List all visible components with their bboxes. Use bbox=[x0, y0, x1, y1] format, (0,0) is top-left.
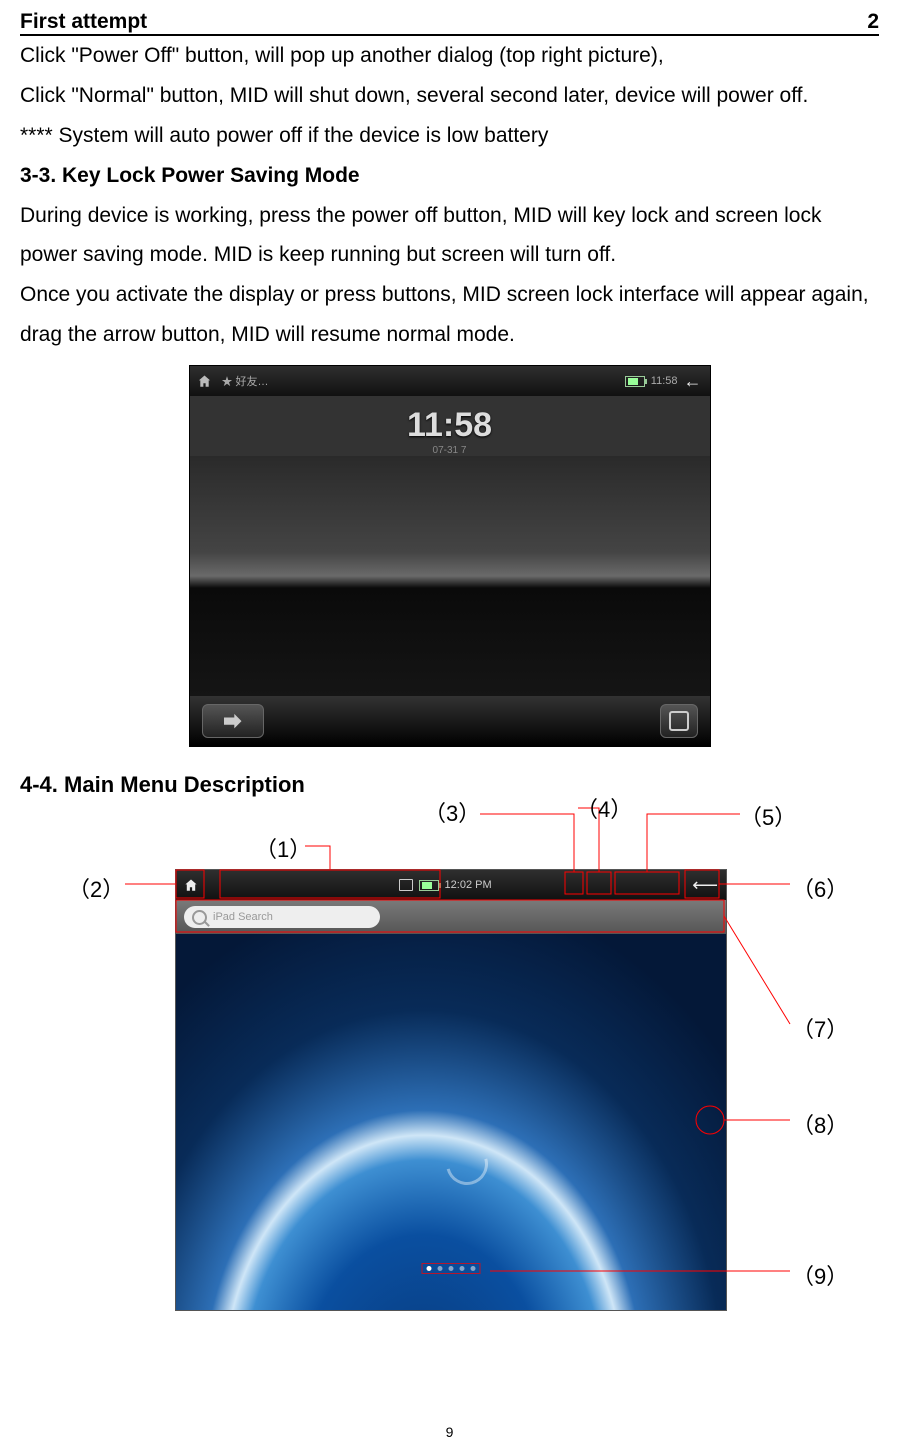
lockscreen-clock: 11:58 07-31 7 bbox=[190, 396, 710, 456]
main-menu-wallpaper bbox=[176, 934, 726, 1310]
search-placeholder: iPad Search bbox=[213, 911, 273, 923]
callout-8: （8） bbox=[792, 1108, 848, 1140]
dot-icon bbox=[438, 1266, 443, 1271]
search-bar-area: iPad Search bbox=[176, 900, 726, 934]
lockscreen-status-bar: ★ 好友… 11:58 ← bbox=[190, 366, 710, 396]
callout-6: （6） bbox=[792, 872, 848, 904]
callout-9: （9） bbox=[792, 1259, 848, 1291]
dot-icon bbox=[471, 1266, 476, 1271]
lockscreen-date: 07-31 7 bbox=[190, 445, 710, 456]
lockscreen-status-text: ★ 好友… bbox=[222, 373, 269, 389]
main-menu-top-bar: 12:02 PM ⟵ bbox=[176, 870, 726, 900]
header-title: First attempt bbox=[20, 10, 147, 34]
standby-button[interactable] bbox=[660, 704, 698, 738]
back-icon[interactable]: ⟵ bbox=[692, 875, 718, 896]
main-menu-time: 12:02 PM bbox=[445, 879, 492, 891]
back-icon: ← bbox=[684, 371, 702, 392]
sdcard-icon bbox=[399, 879, 413, 891]
page-indicator[interactable] bbox=[422, 1263, 481, 1274]
page-header: First attempt 2 bbox=[20, 10, 879, 36]
body-content: Click "Power Off" button, will pop up an… bbox=[20, 36, 879, 355]
search-input[interactable]: iPad Search bbox=[184, 906, 380, 928]
home-icon bbox=[198, 374, 212, 388]
callout-5: （5） bbox=[740, 800, 796, 832]
main-menu-status: 12:02 PM bbox=[399, 879, 492, 891]
callout-1: （1） bbox=[255, 832, 311, 864]
lockscreen-screenshot: ★ 好友… 11:58 ← 11:58 07-31 7 bbox=[189, 365, 711, 747]
dot-icon bbox=[460, 1266, 465, 1271]
lockscreen-bottom-bar bbox=[190, 696, 710, 746]
battery-icon bbox=[419, 880, 439, 891]
paragraph: Click "Normal" button, MID will shut dow… bbox=[20, 76, 879, 116]
section-heading-3-3: 3-3. Key Lock Power Saving Mode bbox=[20, 156, 879, 196]
lockscreen-background bbox=[190, 456, 710, 696]
callout-4: （4） bbox=[576, 792, 632, 824]
callout-7: （7） bbox=[792, 1012, 848, 1044]
arrow-icon bbox=[224, 712, 242, 730]
dot-icon bbox=[449, 1266, 454, 1271]
page-number: 9 bbox=[20, 1424, 879, 1440]
main-menu-figure: 12:02 PM ⟵ iPad Search bbox=[20, 794, 879, 1414]
battery-icon bbox=[625, 376, 645, 387]
callout-2: （2） bbox=[68, 872, 124, 904]
standby-icon bbox=[669, 711, 689, 731]
lockscreen-status-time: 11:58 bbox=[651, 375, 678, 387]
lockscreen-figure: ★ 好友… 11:58 ← 11:58 07-31 7 bbox=[20, 365, 879, 752]
header-page: 2 bbox=[867, 10, 879, 34]
main-menu-screenshot: 12:02 PM ⟵ iPad Search bbox=[175, 869, 727, 1311]
lockscreen-time: 11:58 bbox=[190, 406, 710, 445]
dot-icon bbox=[427, 1266, 432, 1271]
paragraph: **** System will auto power off if the d… bbox=[20, 116, 879, 156]
search-icon bbox=[192, 910, 207, 925]
slide-unlock-button[interactable] bbox=[202, 704, 264, 738]
home-icon[interactable] bbox=[184, 878, 198, 892]
callout-3: （3） bbox=[424, 796, 480, 828]
paragraph: Once you activate the display or press b… bbox=[20, 275, 879, 355]
paragraph: Click "Power Off" button, will pop up an… bbox=[20, 36, 879, 76]
paragraph: During device is working, press the powe… bbox=[20, 196, 879, 276]
